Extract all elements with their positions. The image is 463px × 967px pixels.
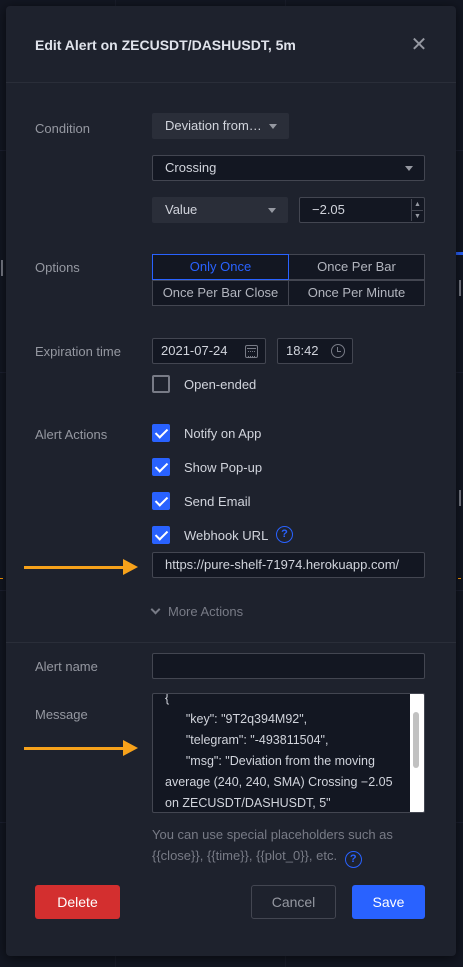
- delete-button[interactable]: Delete: [35, 885, 120, 919]
- clock-icon[interactable]: [331, 344, 345, 358]
- options-label: Options: [35, 260, 80, 275]
- dialog-header: Edit Alert on ZECUSDT/DASHUSDT, 5m ✕: [6, 6, 456, 83]
- expiration-date-input[interactable]: 2021-07-24: [152, 338, 266, 364]
- alert-name-input[interactable]: [152, 653, 425, 679]
- notify-on-app-label: Notify on App: [184, 426, 262, 441]
- more-actions-label: More Actions: [168, 604, 244, 619]
- webhook-url-checkbox[interactable]: [152, 526, 170, 544]
- show-popup-label: Show Pop-up: [184, 460, 263, 475]
- open-ended-label: Open-ended: [184, 377, 257, 392]
- alert-actions-label: Alert Actions: [35, 427, 108, 442]
- alert-name-label: Alert name: [35, 659, 98, 674]
- operator-select[interactable]: Crossing: [152, 155, 425, 181]
- option-once-per-minute[interactable]: Once Per Minute: [288, 280, 425, 306]
- cancel-button[interactable]: Cancel: [251, 885, 336, 919]
- webhook-url-value: https://pure-shelf-71974.herokuapp.com/: [165, 557, 400, 572]
- caret-down-icon: [405, 166, 413, 171]
- value-type-select-value: Value: [165, 202, 198, 217]
- help-icon[interactable]: ?: [344, 851, 362, 868]
- message-text: { "key": "9T2q394M92", "telegram": "-493…: [165, 693, 393, 810]
- message-textarea[interactable]: { "key": "9T2q394M92", "telegram": "-493…: [152, 693, 425, 813]
- notify-on-app-checkbox[interactable]: [152, 424, 170, 442]
- edit-alert-dialog: Edit Alert on ZECUSDT/DASHUSDT, 5m ✕ Con…: [6, 6, 456, 956]
- value-stepper[interactable]: ▲ ▼: [411, 199, 423, 221]
- message-scrollbar[interactable]: [410, 694, 424, 812]
- condition-label: Condition: [35, 121, 90, 136]
- value-input-text: −2.05: [312, 202, 345, 217]
- caret-down-icon: [269, 124, 277, 129]
- option-once-per-bar[interactable]: Once Per Bar: [288, 254, 425, 280]
- indicator-select[interactable]: Deviation from…: [152, 113, 289, 139]
- stepper-down-icon[interactable]: ▼: [412, 210, 423, 221]
- close-icon[interactable]: ✕: [410, 35, 428, 55]
- webhook-url-label: Webhook URL: [184, 528, 269, 543]
- open-ended-checkbox[interactable]: [152, 375, 170, 393]
- value-type-select[interactable]: Value: [152, 197, 288, 223]
- more-actions-toggle[interactable]: More Actions: [150, 604, 244, 619]
- value-input[interactable]: −2.05 ▲ ▼: [299, 197, 425, 223]
- expiration-date-value: 2021-07-24: [161, 343, 228, 358]
- operator-select-value: Crossing: [165, 160, 217, 175]
- arrow-annotation-icon: [24, 740, 138, 756]
- message-label: Message: [35, 707, 88, 722]
- expiration-time-input[interactable]: 18:42: [277, 338, 353, 364]
- section-divider: [6, 642, 456, 643]
- caret-down-icon: [268, 208, 276, 213]
- send-email-label: Send Email: [184, 494, 251, 509]
- calendar-icon[interactable]: [245, 345, 258, 358]
- indicator-select-value: Deviation from…: [165, 118, 262, 133]
- save-button[interactable]: Save: [352, 885, 425, 919]
- scrollbar-thumb[interactable]: [413, 712, 419, 768]
- help-icon[interactable]: ?: [276, 526, 293, 543]
- placeholder-hint: You can use special placeholders such as…: [152, 824, 422, 868]
- stepper-up-icon[interactable]: ▲: [412, 199, 423, 210]
- option-once-per-bar-close[interactable]: Once Per Bar Close: [152, 280, 289, 306]
- show-popup-checkbox[interactable]: [152, 458, 170, 476]
- send-email-checkbox[interactable]: [152, 492, 170, 510]
- expiration-label: Expiration time: [35, 344, 121, 359]
- dialog-title: Edit Alert on ZECUSDT/DASHUSDT, 5m: [35, 37, 296, 53]
- webhook-url-input[interactable]: https://pure-shelf-71974.herokuapp.com/: [152, 552, 425, 578]
- expiration-time-value: 18:42: [286, 343, 319, 358]
- chevron-down-icon: [150, 604, 161, 615]
- option-only-once[interactable]: Only Once: [152, 254, 289, 280]
- arrow-annotation-icon: [24, 559, 138, 575]
